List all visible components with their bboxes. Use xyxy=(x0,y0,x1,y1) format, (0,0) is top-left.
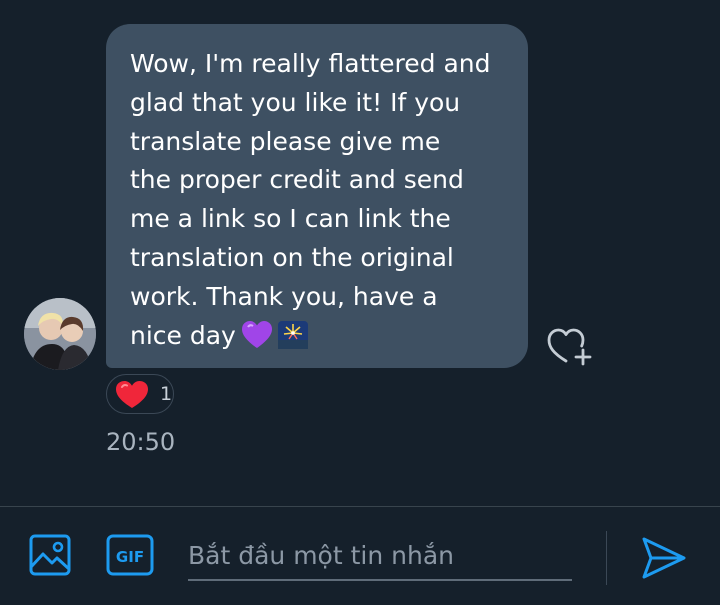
message-timestamp: 20:50 xyxy=(106,428,176,456)
message-composer: GIF xyxy=(0,506,720,605)
gif-icon: GIF xyxy=(106,534,154,576)
image-icon xyxy=(29,534,71,576)
purple-heart-emoji xyxy=(241,320,272,361)
fireworks-emoji xyxy=(277,320,308,361)
reaction-pill[interactable]: 1 xyxy=(106,374,174,414)
gif-icon-label: GIF xyxy=(116,548,144,566)
heart-add-icon xyxy=(547,328,592,366)
send-icon xyxy=(642,537,686,579)
add-media-button[interactable] xyxy=(28,533,72,577)
avatar-photo xyxy=(24,298,96,370)
add-gif-button[interactable]: GIF xyxy=(106,533,154,577)
message-input[interactable] xyxy=(188,531,572,581)
avatar[interactable] xyxy=(24,298,96,370)
reaction-count: 1 xyxy=(160,383,173,405)
message-text: Wow, I'm really flattered and glad that … xyxy=(130,49,491,350)
message-bubble[interactable]: Wow, I'm really flattered and glad that … xyxy=(106,24,528,368)
red-heart-icon xyxy=(116,381,148,408)
send-button[interactable] xyxy=(640,535,688,581)
add-reaction-button[interactable] xyxy=(546,326,594,368)
composer-divider xyxy=(606,531,607,585)
